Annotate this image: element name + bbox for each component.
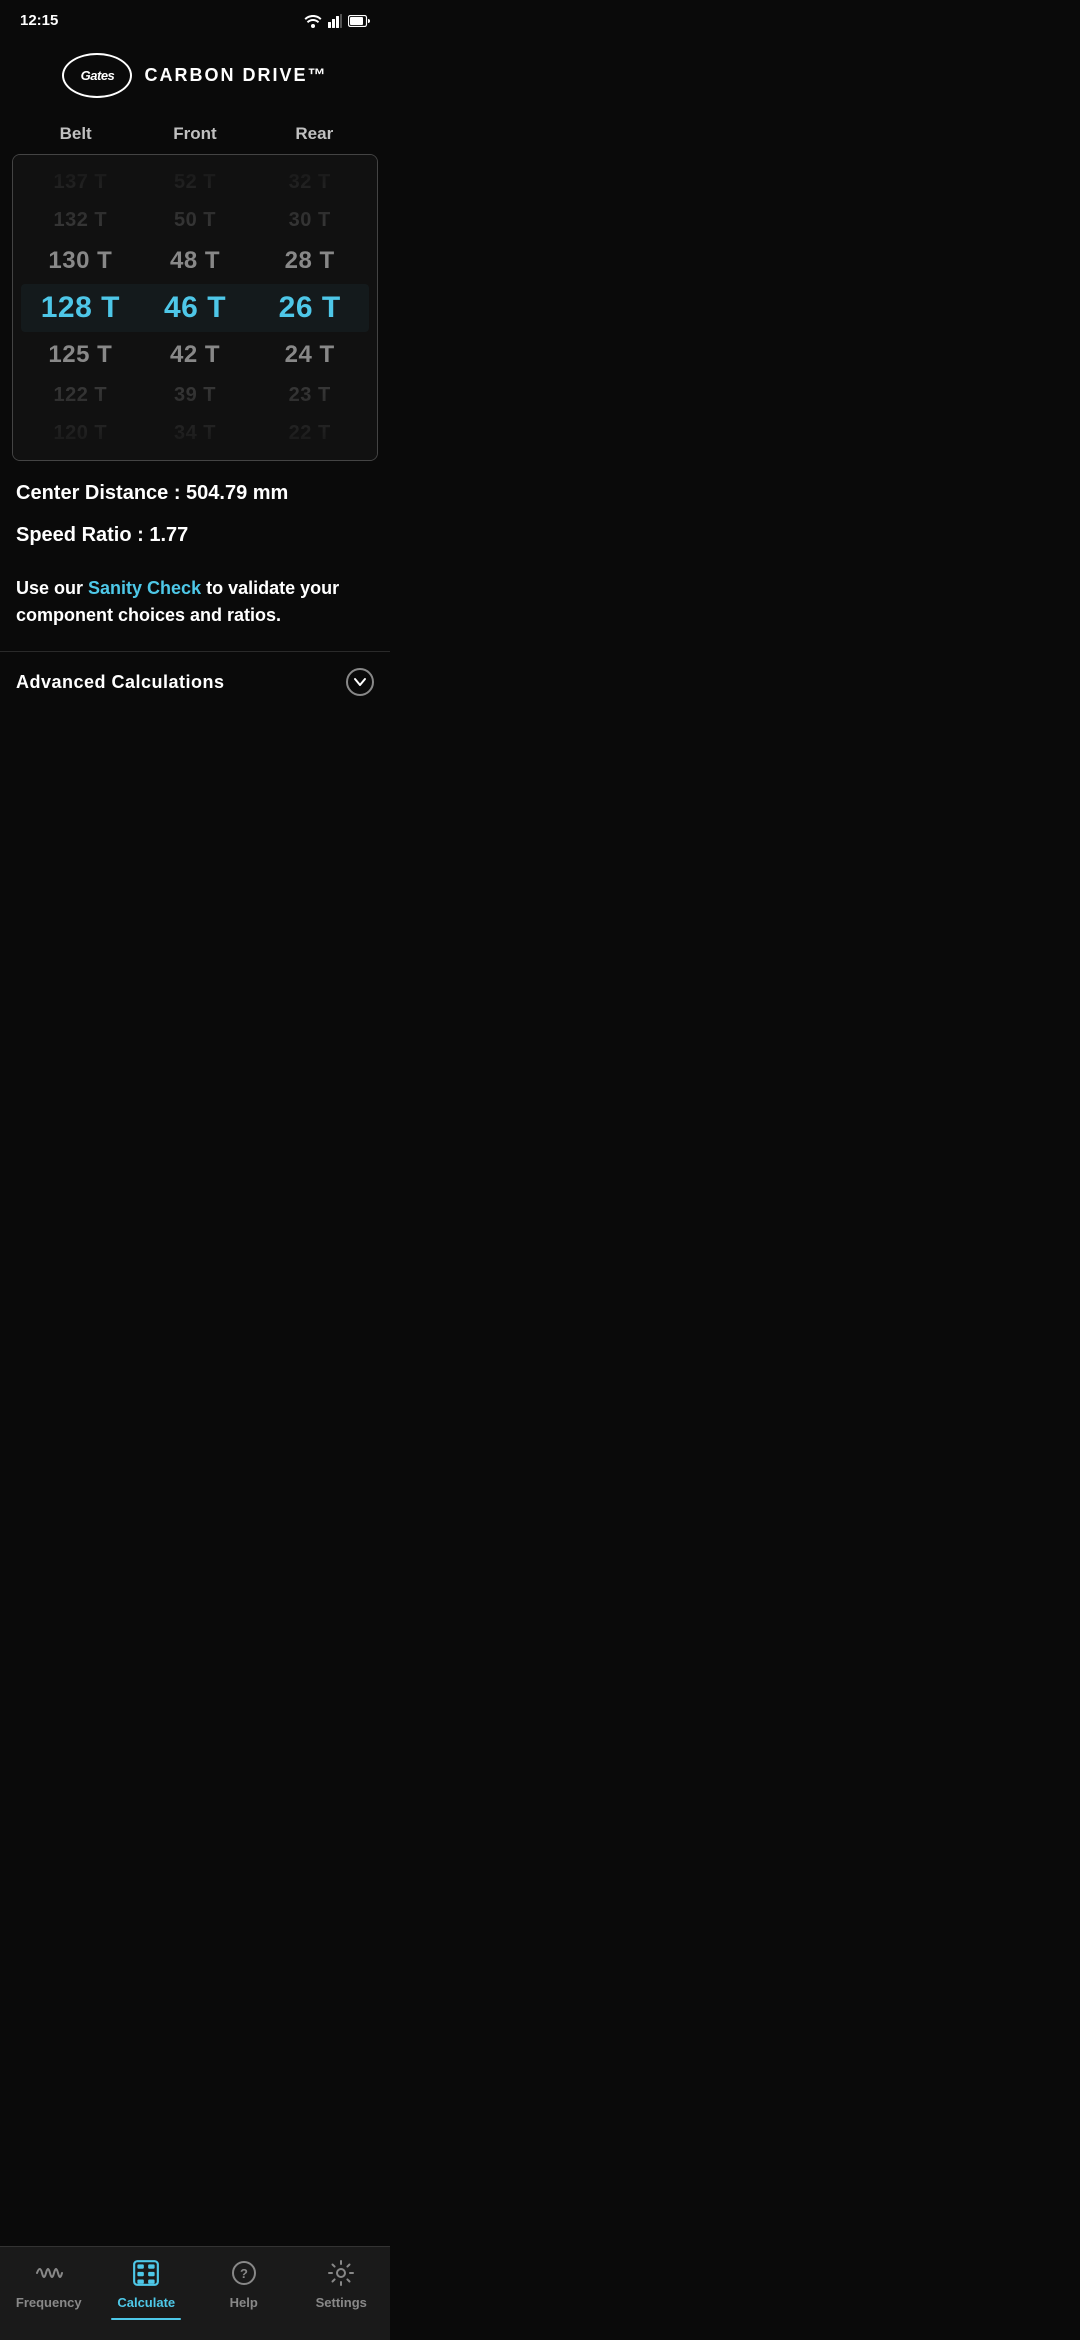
nav-label-settings: Settings (316, 2295, 367, 2310)
results-section: Center Distance : 504.79 mm Speed Ratio … (0, 461, 390, 575)
bottom-navigation: Frequency Calculate ? Help (0, 2246, 390, 2340)
calculate-icon (130, 2257, 162, 2289)
wifi-icon (304, 14, 322, 28)
picker-cell-belt: 125 T (23, 339, 138, 370)
battery-icon (348, 15, 370, 27)
nav-label-frequency: Frequency (16, 2295, 82, 2310)
picker-cell-front: 46 T (138, 288, 253, 327)
nav-item-frequency[interactable]: Frequency (14, 2257, 84, 2320)
settings-icon (325, 2257, 357, 2289)
chevron-down-icon[interactable] (346, 668, 374, 696)
column-headers: Belt Front Rear (0, 118, 390, 154)
picker-cell-rear: 26 T (252, 288, 367, 327)
picker-cell-belt: 122 T (23, 382, 138, 408)
belt-column-header: Belt (16, 124, 135, 144)
time-display: 12:15 (20, 12, 58, 29)
carbon-drive-text: CARBON DRIVE™ (144, 65, 327, 86)
picker-cell-front: 39 T (138, 382, 253, 408)
picker-row[interactable]: 122 T 39 T 23 T (13, 376, 377, 414)
center-distance: Center Distance : 504.79 mm (16, 481, 374, 505)
picker-row[interactable]: 130 T 48 T 28 T (13, 239, 377, 282)
sanity-text-before: Use our (16, 578, 88, 598)
gates-text: Gates (81, 68, 115, 83)
picker-cell-rear: 32 T (252, 169, 367, 195)
picker-cell-belt: 128 T (23, 288, 138, 327)
picker-cell-front: 48 T (138, 245, 253, 276)
gates-oval-logo: Gates (62, 53, 132, 98)
sanity-check-link[interactable]: Sanity Check (88, 578, 201, 598)
nav-label-help: Help (230, 2295, 258, 2310)
bottom-spacer (0, 712, 390, 812)
sanity-check-section[interactable]: Use our Sanity Check to validate your co… (0, 575, 390, 647)
picker-cell-belt: 137 T (23, 169, 138, 195)
help-icon: ? (228, 2257, 260, 2289)
picker-cell-front: 42 T (138, 339, 253, 370)
front-column-header: Front (135, 124, 254, 144)
picker-cell-rear: 30 T (252, 207, 367, 233)
picker-row[interactable]: 132 T 50 T 30 T (13, 201, 377, 239)
svg-text:?: ? (240, 2266, 248, 2281)
picker-cell-rear: 28 T (252, 245, 367, 276)
advanced-calculations-label: Advanced Calculations (16, 672, 225, 693)
advanced-calculations-row[interactable]: Advanced Calculations (0, 651, 390, 712)
logo-section: Gates CARBON DRIVE™ (0, 37, 390, 118)
picker-cell-rear: 22 T (252, 420, 367, 446)
status-icons (304, 14, 370, 28)
nav-item-settings[interactable]: Settings (306, 2257, 376, 2320)
picker-row[interactable]: 137 T 52 T 32 T (13, 163, 377, 201)
frequency-icon (33, 2257, 65, 2289)
picker-row[interactable]: 120 T 34 T 22 T (13, 414, 377, 452)
picker-cell-front: 52 T (138, 169, 253, 195)
picker-row[interactable]: 125 T 42 T 24 T (13, 333, 377, 376)
nav-label-calculate: Calculate (117, 2295, 175, 2310)
rear-column-header: Rear (255, 124, 374, 144)
nav-item-calculate[interactable]: Calculate (111, 2257, 181, 2320)
picker-cell-belt: 120 T (23, 420, 138, 446)
status-bar: 12:15 (0, 0, 390, 37)
speed-ratio: Speed Ratio : 1.77 (16, 523, 374, 547)
nav-item-help[interactable]: ? Help (209, 2257, 279, 2320)
signal-icon (328, 14, 342, 28)
picker-cell-rear: 23 T (252, 382, 367, 408)
logo-container: Gates CARBON DRIVE™ (62, 53, 327, 98)
picker-cell-rear: 24 T (252, 339, 367, 370)
picker-cell-belt: 132 T (23, 207, 138, 233)
picker-row[interactable]: 128 T 46 T 26 T (13, 282, 377, 333)
picker-cell-front: 34 T (138, 420, 253, 446)
active-tab-indicator (111, 2318, 181, 2320)
picker-drum[interactable]: 137 T 52 T 32 T 132 T 50 T 30 T 130 T 48… (12, 154, 378, 461)
picker-cell-belt: 130 T (23, 245, 138, 276)
picker-cell-front: 50 T (138, 207, 253, 233)
